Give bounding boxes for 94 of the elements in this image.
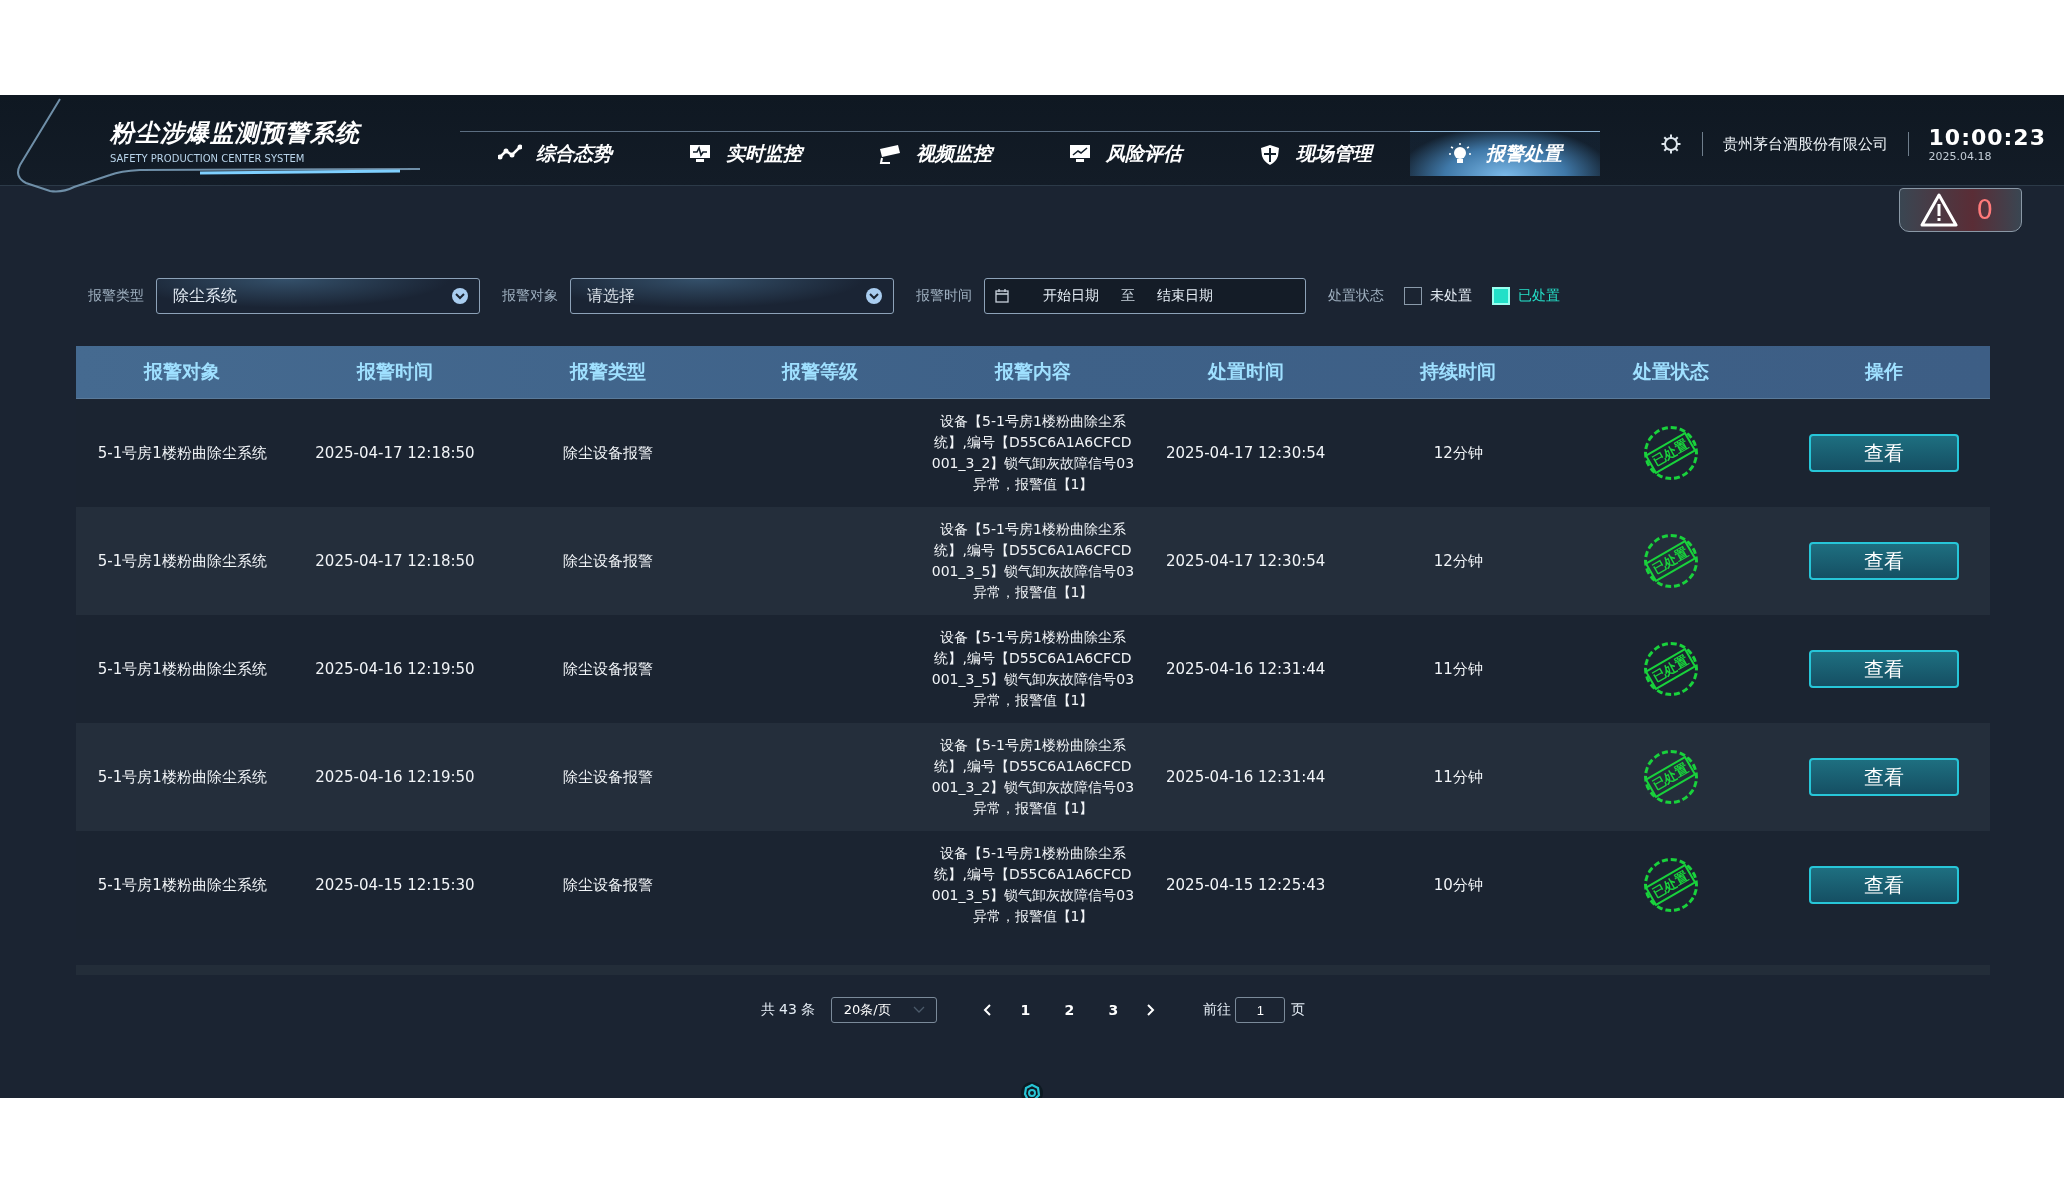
view-button[interactable]: 查看 [1808, 866, 1959, 904]
table-cell: 2025-04-16 12:31:44 [1166, 768, 1326, 786]
nav-tab[interactable]: 现场管理 [1220, 131, 1410, 176]
table-cell: 5-1号房1楼粉曲除尘系统 [97, 875, 267, 895]
table-cell: 5-1号房1楼粉曲除尘系统 [97, 443, 267, 463]
column-header: 报警内容 [993, 359, 1072, 384]
checkbox-label[interactable]: 未处置 [1430, 287, 1472, 305]
goto-label: 前往 [1203, 1001, 1232, 1019]
warning-icon [1920, 193, 1959, 227]
app-subtitle: SAFETY PRODUCTION CENTER SYSTEM [110, 153, 306, 164]
clock-time: 10:00:23 [1928, 125, 2046, 150]
shield-icon [1258, 143, 1282, 165]
cog-icon [1020, 1081, 1044, 1098]
column-header: 处置状态 [1631, 359, 1710, 384]
calendar-icon [995, 289, 1009, 303]
app-title: 粉尘涉爆监测预警系统 [110, 118, 360, 149]
status-stamp: 已处置 [1644, 858, 1698, 912]
company-name: 贵州茅台酒股份有限公司 [1722, 134, 1888, 154]
table-cell: 除尘设备报警 [562, 443, 653, 463]
table-cell-text: 设备【5-1号房1楼粉曲除尘系统】,编号【D55C6A1A6CFCD001_3_5】锁气卸灰故障信号03异常，报警值【1】 [930, 628, 1136, 710]
chevron-right-icon [1147, 1004, 1156, 1016]
column-header: 操作 [1863, 359, 1904, 384]
table-cell-text: 设备【5-1号房1楼粉曲除尘系统】,编号【D55C6A1A6CFCD001_3_2】锁气卸灰故障信号03异常，报警值【1】 [930, 736, 1136, 818]
page-input[interactable]: 1 [1235, 997, 1286, 1023]
view-button[interactable]: 查看 [1808, 434, 1959, 472]
column-header: 持续时间 [1418, 359, 1498, 384]
view-button[interactable]: 查看 [1808, 650, 1959, 688]
monitor-icon [1068, 143, 1092, 165]
table-cell: 2025-04-15 12:15:30 [315, 876, 475, 894]
table-cell: 2025-04-16 12:19:50 [315, 660, 475, 678]
status-stamp: 已处置 [1644, 534, 1698, 588]
filter-label: 处置状态 [1328, 287, 1384, 305]
table-cell: 5-1号房1楼粉曲除尘系统 [97, 551, 267, 571]
page-number[interactable]: 2 [1047, 1001, 1092, 1019]
view-button[interactable]: 查看 [1808, 758, 1959, 796]
table-cell: 2025-04-15 12:25:43 [1166, 876, 1326, 894]
table-cell: 除尘设备报警 [562, 659, 653, 679]
page-number[interactable]: 3 [1091, 1001, 1136, 1019]
checkbox-label[interactable]: 已处置 [1518, 287, 1560, 305]
table-cell: 5-1号房1楼粉曲除尘系统 [97, 659, 267, 679]
table-cell: 10分钟 [1433, 875, 1483, 895]
column-header: 处置时间 [1206, 359, 1285, 384]
settings-button[interactable] [1659, 133, 1682, 155]
column-header: 报警时间 [355, 359, 434, 384]
nav-tab[interactable]: 实时监控 [650, 131, 840, 176]
view-button[interactable]: 查看 [1808, 542, 1959, 580]
total-count: 共 43 条 [760, 1001, 816, 1019]
table-cell-text: 设备【5-1号房1楼粉曲除尘系统】,编号【D55C6A1A6CFCD001_3_5】锁气卸灰故障信号03异常，报警值【1】 [930, 844, 1136, 926]
dropdown-field[interactable]: 请选择 [570, 278, 894, 314]
column-header: 报警类型 [568, 359, 647, 384]
filter-label: 报警时间 [916, 287, 972, 305]
camera-icon [878, 143, 902, 165]
table-cell: 2025-04-17 12:18:50 [315, 552, 475, 570]
nav-tab[interactable]: 综合态势 [460, 131, 650, 176]
table-cell: 除尘设备报警 [562, 551, 653, 571]
chevron-left-icon [983, 1004, 992, 1016]
page-label: 页 [1291, 1001, 1306, 1019]
column-header: 报警等级 [780, 359, 860, 384]
table-cell: 2025-04-17 12:30:54 [1166, 552, 1326, 570]
table-cell: 除尘设备报警 [562, 875, 653, 895]
dropdown-field[interactable]: 除尘系统 [156, 278, 480, 314]
table-cell: 12分钟 [1433, 443, 1483, 463]
date-range-field[interactable]: 开始日期 至 结束日期 [984, 278, 1306, 314]
table-cell-text: 设备【5-1号房1楼粉曲除尘系统】,编号【D55C6A1A6CFCD001_3_5】锁气卸灰故障信号03异常，报警值【1】 [930, 520, 1136, 602]
table-cell-text: 设备【5-1号房1楼粉曲除尘系统】,编号【D55C6A1A6CFCD001_3_2】锁气卸灰故障信号03异常，报警值【1】 [930, 412, 1136, 494]
table-cell: 2025-04-16 12:31:44 [1166, 660, 1326, 678]
caret-icon [865, 287, 883, 305]
table-cell: 除尘设备报警 [562, 767, 653, 787]
page-size-dropdown[interactable]: 20条/页 [831, 997, 938, 1023]
clock-date: 2025.04.18 [1928, 150, 1993, 163]
table-cell: 12分钟 [1433, 551, 1483, 571]
nav-tab[interactable]: 风险评估 [1030, 131, 1220, 176]
page-number[interactable]: 1 [1003, 1001, 1048, 1019]
checkbox[interactable] [1404, 287, 1422, 305]
nav-tab[interactable]: 视频监控 [840, 131, 1030, 176]
table-cell: 2025-04-17 12:18:50 [315, 444, 475, 462]
alert-counter[interactable]: 0 [1899, 188, 2022, 232]
lightbulb-icon [1448, 143, 1472, 165]
settings-icon [1659, 133, 1682, 155]
filter-label: 报警对象 [502, 287, 558, 305]
status-stamp: 已处置 [1644, 426, 1698, 480]
status-stamp: 已处置 [1644, 750, 1698, 804]
chevron-down-icon [913, 1006, 926, 1014]
filter-label: 报警类型 [88, 287, 144, 305]
table-cell: 11分钟 [1433, 659, 1483, 679]
nav-tab[interactable]: 报警处置 [1410, 131, 1600, 176]
status-stamp: 已处置 [1644, 642, 1698, 696]
monitor-icon [688, 143, 712, 165]
table-cell: 2025-04-17 12:30:54 [1166, 444, 1326, 462]
table-cell: 2025-04-16 12:19:50 [315, 768, 475, 786]
table-cell: 5-1号房1楼粉曲除尘系统 [97, 767, 267, 787]
table-cell: 11分钟 [1433, 767, 1483, 787]
caret-icon [451, 287, 469, 305]
column-header: 报警对象 [142, 359, 222, 384]
